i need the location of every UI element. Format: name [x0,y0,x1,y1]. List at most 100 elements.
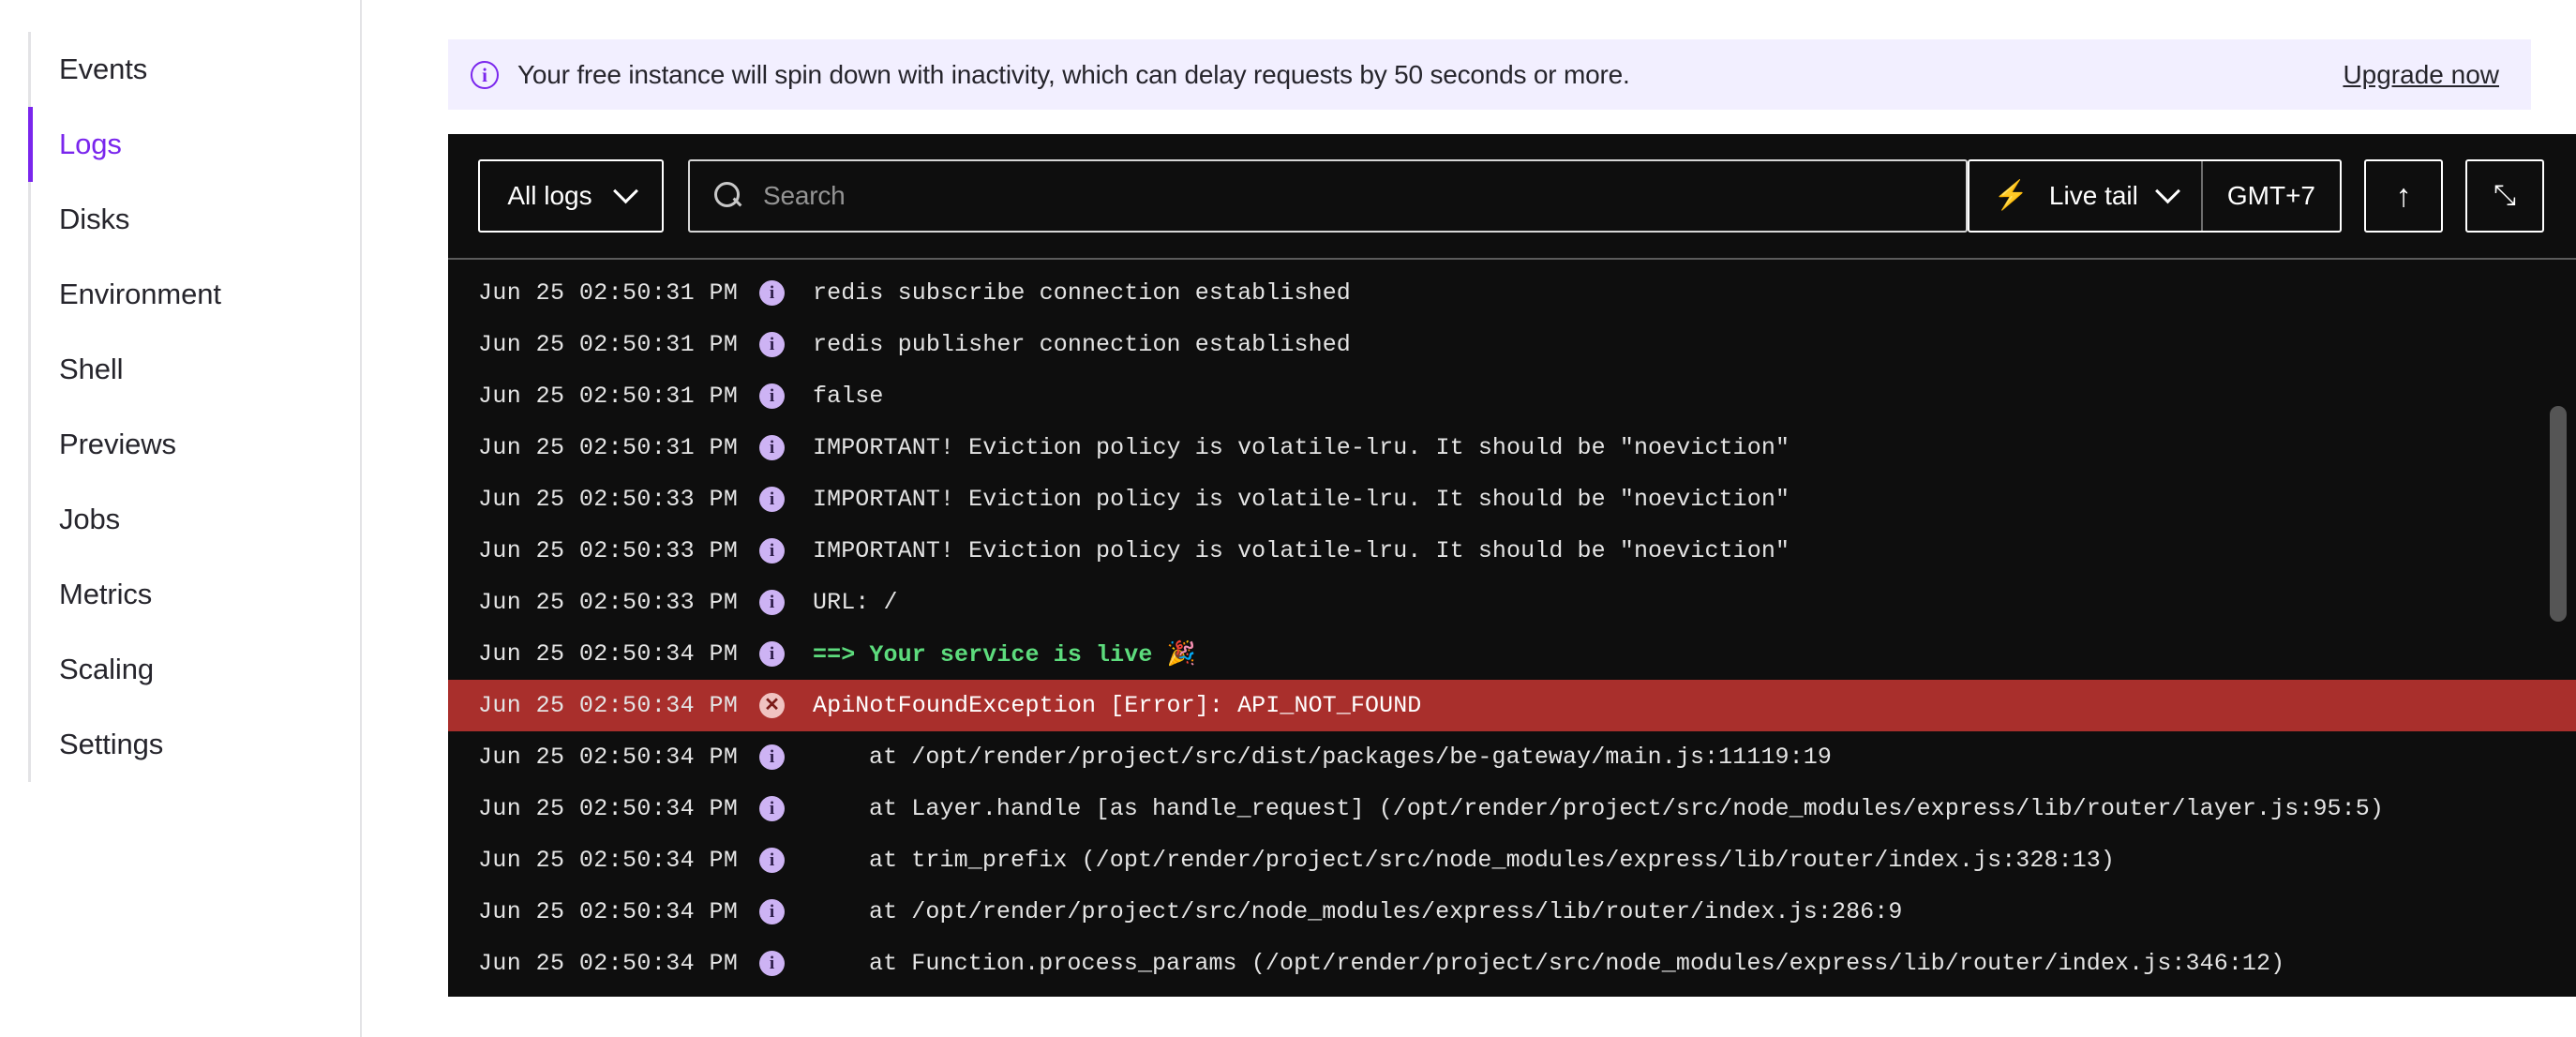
log-timestamp: Jun 25 02:50:34 PM [478,795,739,822]
log-filter-label: All logs [507,181,592,210]
log-row[interactable]: Jun 25 02:50:34 PM i at Function.process_p… [448,938,2576,989]
toolbar-actions: ⚡ Live tail GMT+7 ↑ ⤡ [1967,159,2576,233]
log-scrollbar-track[interactable] [2550,265,2567,997]
sidebar-item-label: Disks [59,203,130,235]
log-row[interactable]: Jun 25 02:50:31 PM i redis subscribe conne… [448,267,2576,319]
log-timestamp: Jun 25 02:50:34 PM [478,847,739,874]
log-row[interactable]: Jun 25 02:50:34 PM i at Layer.handle [as h… [448,783,2576,834]
bolt-icon: ⚡ [1993,180,2029,211]
log-row[interactable]: Jun 25 02:50:31 PM i false [448,370,2576,422]
search-icon [714,182,742,210]
expand-button[interactable]: ⤡ [2465,159,2544,233]
log-row[interactable]: Jun 25 02:50:33 PM i IMPORTANT! Eviction p… [448,525,2576,577]
log-timestamp: Jun 25 02:50:33 PM [478,589,739,616]
search-input[interactable]: Search [688,159,1968,233]
info-circle-icon: i [759,951,785,976]
log-row[interactable]: Jun 25 02:50:34 PM i at trim_prefix (/opt/… [448,834,2576,886]
chevron-down-icon [612,177,638,203]
log-row[interactable]: Jun 25 02:50:34 PMiat next (/opt/render/… [448,989,2576,997]
sidebar-item-label: Metrics [59,578,153,610]
logs-page: Events Logs Disks Environment Shell Previews J… [0,0,2576,1037]
log-timestamp: Jun 25 02:50:31 PM [478,434,739,461]
log-row[interactable]: Jun 25 02:50:33 PM i URL: / [448,577,2576,628]
log-message: at trim_prefix (/opt/render/project/src/… [869,847,2116,874]
sidebar-item-environment[interactable]: Environment [28,257,337,332]
chevron-down-icon [2154,177,2180,203]
sidebar-item-logs[interactable]: Logs [28,107,337,182]
timezone-label: GMT+7 [2226,181,2315,210]
banner-message: Your free instance will spin down with i… [517,59,1630,89]
sidebar-item-jobs[interactable]: Jobs [28,482,337,557]
log-message: false [813,383,884,410]
scroll-to-top-button[interactable]: ↑ [2364,159,2443,233]
sidebar-item-label: Previews [59,428,176,460]
error-circle-icon: ✕ [759,693,785,718]
sidebar-item-label: Jobs [59,503,121,535]
free-instance-banner: i Your free instance will spin down with… [448,39,2531,110]
log-timestamp: Jun 25 02:50:34 PM [478,692,739,719]
sidebar-item-settings[interactable]: Settings [28,707,337,782]
log-message: IMPORTANT! Eviction policy is volatile-l… [813,434,1790,461]
info-circle-icon: i [759,641,785,667]
sidebar-item-previews[interactable]: Previews [28,407,337,482]
log-row[interactable]: Jun 25 02:50:34 PM ✕ ApiNotFoundException … [448,680,2576,731]
log-message: at Layer.handle [as handle_request] (/op… [869,795,2384,822]
log-message: at Function.process_params (/opt/render/… [869,950,2285,977]
expand-diagonal-icon: ⤡ [2494,180,2516,211]
log-timestamp: Jun 25 02:50:33 PM [478,537,739,564]
info-circle-icon: i [759,487,785,512]
upgrade-now-link[interactable]: Upgrade now [2343,60,2499,90]
log-message: URL: / [813,589,898,616]
log-message: ApiNotFoundException [Error]: API_NOT_FO… [813,692,1422,719]
sidebar-item-disks[interactable]: Disks [28,182,337,257]
log-filter-dropdown[interactable]: All logs [478,159,664,233]
log-message: IMPORTANT! Eviction policy is volatile-l… [813,537,1790,564]
info-circle-icon: i [759,435,785,460]
log-message: redis publisher connection established [813,331,1351,358]
log-message: at /opt/render/project/src/node_modules/… [869,898,1903,925]
log-scrollbar-thumb[interactable] [2550,406,2567,622]
live-tail-label: Live tail [2048,181,2138,210]
live-tail-button[interactable]: ⚡ Live tail [1969,161,2201,231]
log-timestamp: Jun 25 02:50:34 PM [478,950,739,977]
sidebar-item-label: Settings [59,728,164,760]
log-message: ==> Your service is live 🎉 [813,640,1196,669]
log-toolbar: All logs Search ⚡ Live tail GMT+7 ↑ ⤡ [448,134,2576,260]
info-circle-icon: i [759,332,785,357]
log-message: IMPORTANT! Eviction policy is volatile-l… [813,486,1790,513]
log-row[interactable]: Jun 25 02:50:33 PM i IMPORTANT! Eviction p… [448,473,2576,525]
log-timestamp: Jun 25 02:50:34 PM [478,640,739,668]
search-placeholder: Search [763,181,846,210]
sidebar-item-label: Shell [59,353,124,385]
log-row[interactable]: Jun 25 02:50:34 PM i at /opt/render/projec… [448,731,2576,783]
log-message: redis subscribe connection established [813,279,1351,307]
info-circle-icon: i [759,280,785,306]
sidebar-item-metrics[interactable]: Metrics [28,557,337,632]
timezone-button[interactable]: GMT+7 [2200,161,2340,231]
log-timestamp: Jun 25 02:50:33 PM [478,486,739,513]
sidebar-item-label: Events [59,53,148,85]
sidebar: Events Logs Disks Environment Shell Previews J… [0,0,362,1037]
log-timestamp: Jun 25 02:50:34 PM [478,744,739,771]
info-circle-icon: i [759,899,785,924]
log-row[interactable]: Jun 25 02:50:31 PM i IMPORTANT! Eviction p… [448,422,2576,473]
log-row[interactable]: Jun 25 02:50:31 PM i redis publisher conne… [448,319,2576,370]
live-tail-group: ⚡ Live tail GMT+7 [1967,159,2342,233]
info-circle-icon: i [759,590,785,615]
log-list[interactable]: Jun 25 02:50:31 PM i redis subscribe conne… [448,260,2576,997]
sidebar-item-events[interactable]: Events [28,32,337,107]
sidebar-item-label: Scaling [59,653,154,685]
log-row[interactable]: Jun 25 02:50:34 PM i at /opt/render/projec… [448,886,2576,938]
info-circle-icon: i [759,848,785,873]
info-circle-icon: i [471,60,499,89]
sidebar-nav: Events Logs Disks Environment Shell Previews J… [28,32,337,782]
sidebar-item-label: Environment [59,278,221,310]
log-panel: All logs Search ⚡ Live tail GMT+7 ↑ ⤡ Ju… [448,134,2576,997]
log-message: at /opt/render/project/src/dist/packages… [869,744,1832,771]
log-timestamp: Jun 25 02:50:34 PM [478,898,739,925]
sidebar-item-scaling[interactable]: Scaling [28,632,337,707]
log-row[interactable]: Jun 25 02:50:34 PM i ==> Your service is l… [448,628,2576,680]
sidebar-item-label: Logs [59,128,122,160]
log-timestamp: Jun 25 02:50:31 PM [478,279,739,307]
sidebar-item-shell[interactable]: Shell [28,332,337,407]
